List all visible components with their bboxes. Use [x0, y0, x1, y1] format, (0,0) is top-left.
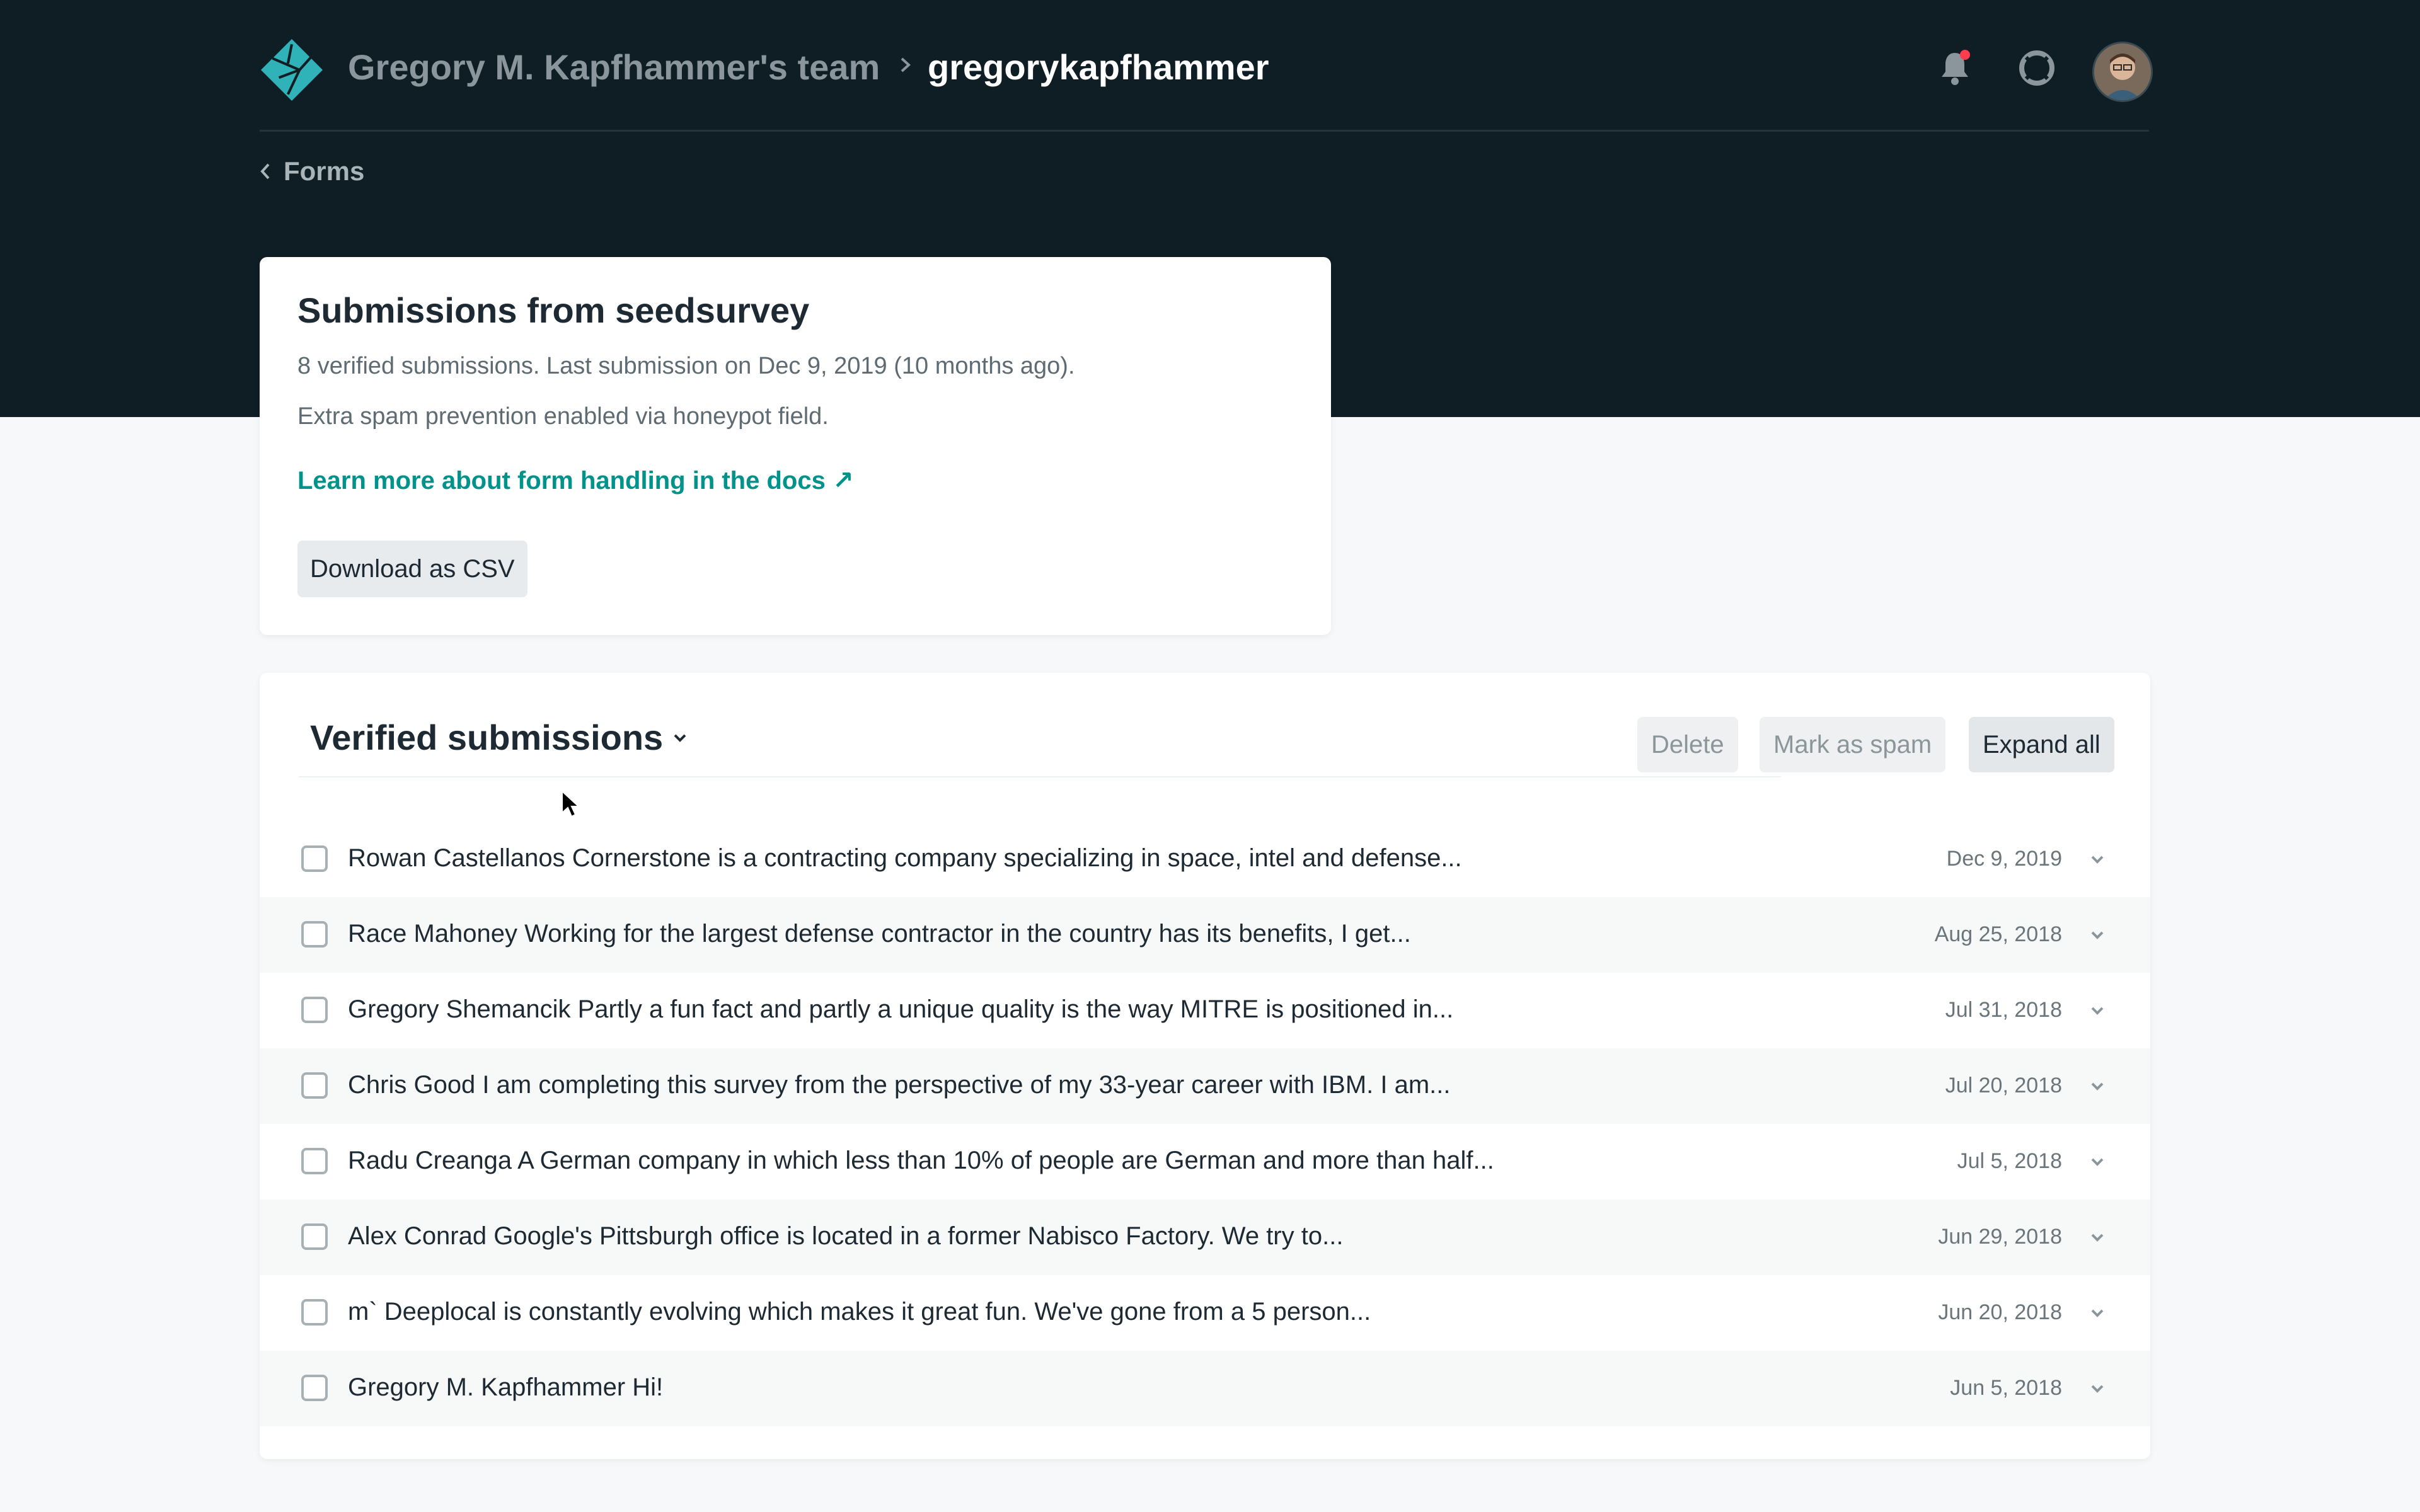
- mouse-cursor-icon: [562, 790, 580, 818]
- row-checkbox[interactable]: [301, 1223, 328, 1250]
- submission-date: Jun 29, 2018: [1938, 1225, 2062, 1249]
- chevron-down-icon[interactable]: [2089, 1304, 2106, 1322]
- submission-row[interactable]: Gregory Shemancik Partly a fun fact and …: [260, 973, 2150, 1048]
- divider: [299, 776, 1781, 777]
- chevron-down-icon[interactable]: [2089, 850, 2106, 868]
- chevron-down-icon[interactable]: [2089, 1228, 2106, 1246]
- submission-preview: Gregory Shemancik Partly a fun fact and …: [348, 995, 1454, 1023]
- help-button[interactable]: [2014, 45, 2060, 91]
- row-checkbox[interactable]: [301, 845, 328, 872]
- bell-icon: [1942, 50, 1970, 85]
- chevron-down-icon[interactable]: [2089, 1153, 2106, 1171]
- chevron-down-icon[interactable]: [2089, 1380, 2106, 1397]
- submission-preview: Chris Good I am completing this survey f…: [348, 1071, 1451, 1099]
- submission-summary: 8 verified submissions. Last submission …: [297, 353, 1075, 379]
- submission-date: Jul 5, 2018: [1957, 1149, 2062, 1173]
- submission-date: Jul 20, 2018: [1945, 1074, 2062, 1097]
- submission-preview: Race Mahoney Working for the largest def…: [348, 920, 1411, 948]
- chevron-down-icon[interactable]: [2089, 1002, 2106, 1019]
- chevron-left-icon: [260, 163, 270, 180]
- help-lifebuoy-icon: [2019, 50, 2054, 86]
- docs-link[interactable]: Learn more about form handling in the do…: [297, 466, 853, 495]
- expand-all-button[interactable]: Expand all: [1969, 717, 2114, 772]
- row-checkbox[interactable]: [301, 1148, 328, 1174]
- submission-row[interactable]: Radu Creanga A German company in which l…: [260, 1124, 2150, 1200]
- chevron-right-icon: [896, 55, 915, 74]
- submission-date: Aug 25, 2018: [1934, 922, 2062, 946]
- submission-row[interactable]: Chris Good I am completing this survey f…: [260, 1048, 2150, 1124]
- submissions-heading: Verified submissions: [310, 718, 664, 757]
- form-summary-card: Submissions from seedsurvey 8 verified s…: [260, 257, 1331, 635]
- spam-prevention-note: Extra spam prevention enabled via honeyp…: [297, 403, 829, 430]
- submission-date: Jun 20, 2018: [1938, 1300, 2062, 1324]
- notifications-button[interactable]: [1932, 45, 1978, 91]
- row-checkbox[interactable]: [301, 1299, 328, 1326]
- page-title: Submissions from seedsurvey: [297, 290, 810, 330]
- submission-preview: m` Deeplocal is constantly evolving whic…: [348, 1298, 1371, 1326]
- submission-date: Dec 9, 2019: [1946, 847, 2062, 871]
- top-navigation: Gregory M. Kapfhammer's team gregorykapf…: [260, 0, 2153, 132]
- row-checkbox[interactable]: [301, 1375, 328, 1401]
- submission-preview: Rowan Castellanos Cornerstone is a contr…: [348, 844, 1462, 872]
- row-checkbox[interactable]: [301, 997, 328, 1023]
- breadcrumb-site[interactable]: gregorykapfhammer: [928, 47, 1269, 88]
- submission-preview: Gregory M. Kapfhammer Hi!: [348, 1373, 664, 1401]
- submissions-list: Rowan Castellanos Cornerstone is a contr…: [260, 822, 2150, 1426]
- submission-date: Jul 31, 2018: [1945, 998, 2062, 1022]
- submission-preview: Alex Conrad Google's Pittsburgh office i…: [348, 1222, 1344, 1250]
- submission-row[interactable]: Rowan Castellanos Cornerstone is a contr…: [260, 822, 2150, 897]
- chevron-down-icon: [674, 734, 686, 742]
- submission-row[interactable]: Gregory M. Kapfhammer Hi! Jun 5, 2018: [260, 1351, 2150, 1426]
- breadcrumb-team[interactable]: Gregory M. Kapfhammer's team: [348, 47, 880, 88]
- submissions-filter-dropdown[interactable]: Verified submissions: [310, 717, 688, 758]
- chevron-down-icon[interactable]: [2089, 1077, 2106, 1095]
- back-to-forms-link[interactable]: Forms: [260, 156, 364, 186]
- delete-button[interactable]: Delete: [1637, 717, 1738, 772]
- submissions-card: Verified submissions Delete Mark as spam…: [260, 673, 2150, 1459]
- submission-row[interactable]: Alex Conrad Google's Pittsburgh office i…: [260, 1200, 2150, 1275]
- submission-date: Jun 5, 2018: [1950, 1376, 2062, 1400]
- submission-row[interactable]: Race Mahoney Working for the largest def…: [260, 897, 2150, 973]
- chevron-down-icon[interactable]: [2089, 926, 2106, 944]
- row-checkbox[interactable]: [301, 1072, 328, 1099]
- submission-preview: Radu Creanga A German company in which l…: [348, 1147, 1494, 1174]
- netlify-logo-icon[interactable]: [260, 38, 324, 102]
- back-link-label: Forms: [284, 156, 365, 186]
- mark-as-spam-button[interactable]: Mark as spam: [1760, 717, 1946, 772]
- row-checkbox[interactable]: [301, 921, 328, 948]
- avatar[interactable]: [2092, 42, 2153, 102]
- download-csv-button[interactable]: Download as CSV: [297, 541, 527, 597]
- submission-row[interactable]: m` Deeplocal is constantly evolving whic…: [260, 1275, 2150, 1351]
